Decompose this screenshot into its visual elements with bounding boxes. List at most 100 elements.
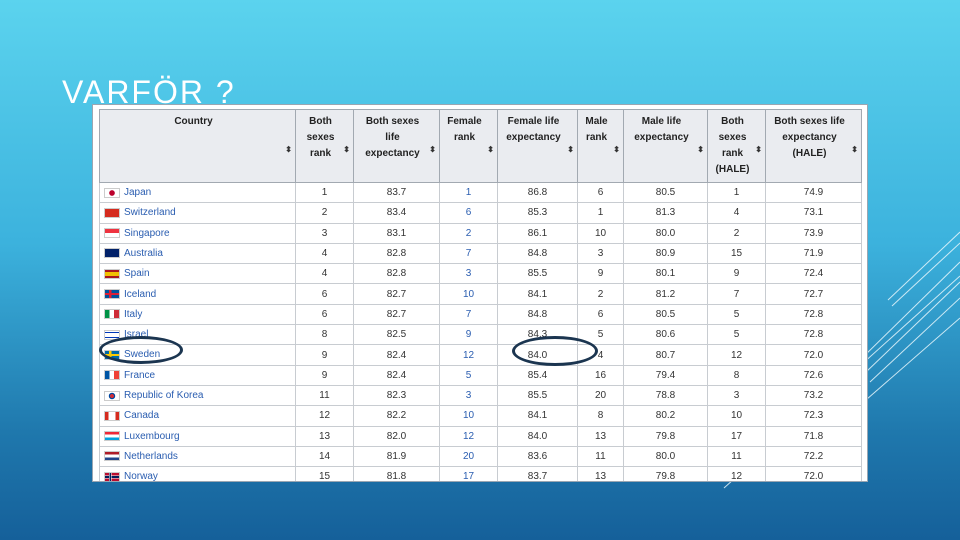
table-cell: 80.2 xyxy=(623,405,708,427)
table-row: Netherlands 14 81.9 20 83.6 11 80.0 11 72.2 xyxy=(99,445,862,468)
sort-icon[interactable]: ⬍ xyxy=(285,142,292,158)
table-cell: 72.8 xyxy=(765,324,862,346)
sort-icon[interactable]: ⬍ xyxy=(851,142,858,158)
country-link[interactable]: Japan xyxy=(124,187,151,198)
japan-flag-icon xyxy=(104,187,120,198)
sort-icon[interactable]: ⬍ xyxy=(487,142,494,158)
country-cell[interactable]: Iceland xyxy=(99,283,296,305)
table-cell: 10 xyxy=(439,405,498,427)
sort-icon[interactable]: ⬍ xyxy=(429,142,436,158)
sort-icon[interactable]: ⬍ xyxy=(613,142,620,158)
table-cell: 84.1 xyxy=(497,405,578,427)
table-cell: 85.5 xyxy=(497,263,578,285)
luxembourg-flag-icon xyxy=(104,431,120,442)
header-female-life-expectancy[interactable]: Female life expectancy ⬍ xyxy=(497,109,578,183)
country-link[interactable]: Spain xyxy=(124,268,150,279)
table-cell: 6 xyxy=(295,283,354,305)
country-link[interactable]: Canada xyxy=(124,410,159,421)
table-cell: 73.2 xyxy=(765,384,862,407)
country-cell[interactable]: Netherlands xyxy=(99,445,296,468)
table-cell: 10 xyxy=(577,222,624,244)
country-link[interactable]: Luxembourg xyxy=(124,431,180,442)
table-row: Canada 12 82.2 10 84.1 8 80.2 10 72.3 xyxy=(99,405,862,427)
table-cell: 83.7 xyxy=(353,181,440,204)
table-cell: 80.0 xyxy=(623,222,708,244)
table-row: Singapore 3 83.1 2 86.1 10 80.0 2 73.9 xyxy=(99,222,862,244)
sort-icon[interactable]: ⬍ xyxy=(567,142,574,158)
header-male-rank[interactable]: Male rank ⬍ xyxy=(577,109,624,183)
header-both-sexes-rank[interactable]: Both sexes rank ⬍ xyxy=(295,109,354,183)
country-link[interactable]: France xyxy=(124,370,155,381)
country-cell[interactable]: Switzerland xyxy=(99,202,296,224)
table-cell: 1 xyxy=(439,181,498,204)
table-cell: 7 xyxy=(439,242,498,265)
country-cell[interactable]: Spain xyxy=(99,263,296,285)
header-hale-rank[interactable]: Both sexes rank (HALE) ⬍ xyxy=(707,109,766,183)
australia-flag-icon xyxy=(104,248,120,259)
table-cell: 72.7 xyxy=(765,283,862,305)
table-cell: 71.9 xyxy=(765,242,862,265)
table-cell: 84.0 xyxy=(497,425,578,447)
table-row: Republic of Korea 11 82.3 3 85.5 20 78.8 3 73.2 xyxy=(99,384,862,407)
table-cell: 14 xyxy=(295,445,354,468)
country-link[interactable]: Italy xyxy=(124,309,142,320)
country-link[interactable]: Iceland xyxy=(124,289,156,300)
table-cell: 72.3 xyxy=(765,405,862,427)
table-cell: 82.5 xyxy=(353,324,440,346)
country-link[interactable]: Switzerland xyxy=(124,207,176,218)
header-female-rank[interactable]: Female rank ⬍ xyxy=(439,109,498,183)
table-row: Israel 8 82.5 9 84.3 5 80.6 5 72.8 xyxy=(99,324,862,346)
country-link[interactable]: Netherlands xyxy=(124,451,178,462)
table-cell: 79.4 xyxy=(623,364,708,386)
sweden-female-value-highlight-ellipse xyxy=(512,336,598,366)
country-cell[interactable]: Japan xyxy=(99,181,296,204)
table-row: Spain 4 82.8 3 85.5 9 80.1 9 72.4 xyxy=(99,263,862,285)
sort-icon[interactable]: ⬍ xyxy=(343,142,350,158)
table-cell: 10 xyxy=(707,405,766,427)
table-cell: 83.1 xyxy=(353,222,440,244)
sort-icon[interactable]: ⬍ xyxy=(697,142,704,158)
country-cell[interactable]: Canada xyxy=(99,405,296,427)
table-cell: 4 xyxy=(295,263,354,285)
country-link[interactable]: Australia xyxy=(124,248,163,259)
country-link[interactable]: Norway xyxy=(124,471,158,481)
life-expectancy-table-image: Country ⬍ Both sexes rank ⬍ Both sexes lif… xyxy=(92,104,868,482)
table-cell: 6 xyxy=(577,181,624,204)
table-cell: 79.8 xyxy=(623,425,708,447)
country-cell[interactable]: Italy xyxy=(99,303,296,326)
table-cell: 11 xyxy=(295,384,354,407)
table-cell: 10 xyxy=(439,283,498,305)
table-cell: 6 xyxy=(295,303,354,326)
country-link[interactable]: Singapore xyxy=(124,228,170,239)
table-cell: 9 xyxy=(295,344,354,366)
header-both-sexes-life-expectancy[interactable]: Both sexes life expectancy ⬍ xyxy=(353,109,440,183)
country-cell[interactable]: Luxembourg xyxy=(99,425,296,447)
table-cell: 4 xyxy=(295,242,354,265)
country-cell[interactable]: France xyxy=(99,364,296,386)
table-body: Japan 1 83.7 1 86.8 6 80.5 1 74.9 Switzerland 2 83.… xyxy=(99,181,862,481)
table-cell: 86.8 xyxy=(497,181,578,204)
switzerland-flag-icon xyxy=(104,207,120,218)
header-male-life-expectancy[interactable]: Male life expectancy ⬍ xyxy=(623,109,708,183)
table-cell: 17 xyxy=(707,425,766,447)
country-cell[interactable]: Republic of Korea xyxy=(99,384,296,407)
header-hale-life-expectancy[interactable]: Both sexes life expectancy (HALE) ⬍ xyxy=(765,109,862,183)
table-row: Iceland 6 82.7 10 84.1 2 81.2 7 72.7 xyxy=(99,283,862,305)
table-cell: 6 xyxy=(577,303,624,326)
table-cell: 83.4 xyxy=(353,202,440,224)
country-link[interactable]: Republic of Korea xyxy=(124,390,204,401)
sort-icon[interactable]: ⬍ xyxy=(755,142,762,158)
country-cell[interactable]: Singapore xyxy=(99,222,296,244)
table-row: Luxembourg 13 82.0 12 84.0 13 79.8 17 71.8 xyxy=(99,425,862,447)
table-cell: 3 xyxy=(439,384,498,407)
header-country[interactable]: Country ⬍ xyxy=(99,109,296,183)
table-cell: 82.2 xyxy=(353,405,440,427)
country-cell[interactable]: Australia xyxy=(99,242,296,265)
table-cell: 71.8 xyxy=(765,425,862,447)
table-cell: 80.9 xyxy=(623,242,708,265)
table-cell: 7 xyxy=(707,283,766,305)
table-cell: 12 xyxy=(439,425,498,447)
country-cell[interactable]: Norway xyxy=(99,466,296,481)
table-cell: 20 xyxy=(439,445,498,468)
table-cell: 12 xyxy=(707,344,766,366)
